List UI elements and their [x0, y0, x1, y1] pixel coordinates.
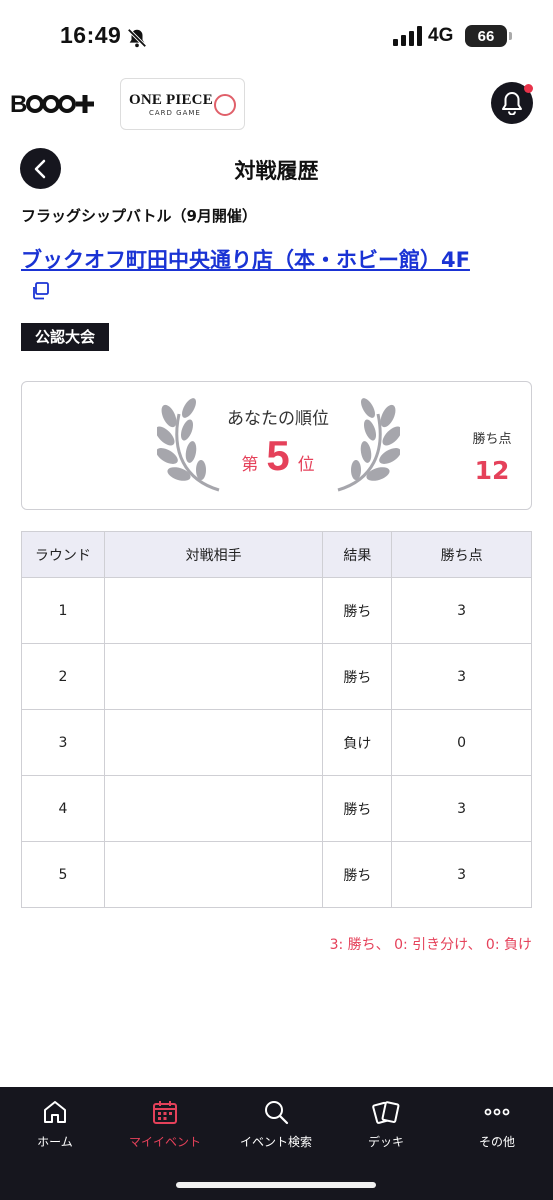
nav-item-more[interactable]: その他 — [442, 1097, 552, 1150]
battery-indicator: 66 — [465, 25, 512, 47]
store-link-text[interactable]: ブックオフ町田中央通り店（本・ホビー館）4F — [21, 248, 470, 272]
nav-label-deck: デッキ — [367, 1135, 404, 1149]
table-row: 5 勝ち 3 — [21, 841, 532, 908]
opponent-cell — [103, 709, 324, 776]
points-legend: 3: 勝ち、 0: 引き分け、 0: 負け — [329, 937, 532, 953]
game-logo[interactable]: ONE PIECE CARD GAME — [120, 78, 245, 130]
results-table: ラウンド 対戦相手 結果 勝ち点 1 勝ち 3 2 勝ち 3 3 負け 0 4 … — [21, 531, 532, 908]
nav-item-event-search[interactable]: イベント検索 — [221, 1097, 331, 1150]
points-cell: 3 — [391, 643, 532, 710]
svg-text:B: B — [10, 91, 27, 118]
round-cell: 3 — [21, 709, 105, 776]
home-indicator — [176, 1182, 376, 1188]
points-cell: 3 — [391, 841, 532, 908]
search-icon — [265, 1101, 289, 1125]
result-cell: 勝ち — [322, 643, 393, 710]
result-cell: 負け — [322, 709, 393, 776]
points-label: 勝ち点 — [472, 432, 512, 447]
header-round: ラウンド — [21, 531, 105, 578]
table-row: 2 勝ち 3 — [21, 643, 532, 710]
nav-label-more: その他 — [478, 1135, 515, 1149]
bell-icon — [502, 92, 522, 115]
nav-item-deck[interactable]: デッキ — [331, 1097, 441, 1150]
rank-card: あなたの順位 第5位 勝ち点 12 — [21, 381, 532, 510]
game-logo-emblem — [214, 94, 236, 116]
points-cell: 3 — [391, 577, 532, 644]
more-icon — [484, 1108, 510, 1116]
result-cell: 勝ち — [322, 841, 393, 908]
game-logo-title: ONE PIECE — [129, 92, 213, 108]
home-icon — [44, 1101, 66, 1123]
nav-item-my-events[interactable]: マイイベント — [110, 1097, 220, 1150]
bell-off-icon — [127, 28, 147, 48]
official-badge: 公認大会 — [21, 323, 110, 351]
app-logo[interactable]: B — [10, 88, 102, 118]
round-cell: 1 — [21, 577, 105, 644]
status-bar: 16:49 4G 66 — [0, 0, 553, 74]
opponent-cell — [103, 775, 324, 842]
nav-label-my-events: マイイベント — [128, 1135, 201, 1149]
round-cell: 5 — [21, 841, 105, 908]
result-cell: 勝ち — [322, 775, 393, 842]
opponent-cell — [103, 841, 324, 908]
game-logo-subtitle: CARD GAME — [149, 109, 201, 117]
header-result: 結果 — [322, 531, 393, 578]
page-title: 対戦履歴 — [234, 159, 319, 183]
table-row: 3 負け 0 — [21, 709, 532, 776]
cards-icon — [372, 1101, 400, 1124]
notification-badge — [524, 84, 533, 93]
event-name: フラッグシップバトル（9月開催） — [21, 207, 257, 225]
points-cell: 3 — [391, 775, 532, 842]
nav-item-home[interactable]: ホーム — [0, 1097, 110, 1150]
network-type: 4G — [428, 25, 454, 46]
points-cell: 0 — [391, 709, 532, 776]
points-value: 12 — [474, 456, 510, 485]
store-link[interactable]: ブックオフ町田中央通り店（本・ホビー館）4F — [21, 245, 491, 305]
header-points: 勝ち点 — [391, 531, 532, 578]
header-opponent: 対戦相手 — [103, 531, 324, 578]
opponent-cell — [103, 643, 324, 710]
nav-label-event-search: イベント検索 — [239, 1135, 312, 1149]
table-row: 1 勝ち 3 — [21, 577, 532, 644]
rank-prefix: 第 — [241, 455, 259, 475]
laurel-right-icon — [337, 398, 400, 492]
table-header-row: ラウンド 対戦相手 結果 勝ち点 — [21, 531, 532, 578]
signal-icon — [393, 26, 422, 46]
rank-number: 5 — [266, 432, 290, 479]
external-link-icon[interactable] — [31, 282, 49, 300]
round-cell: 2 — [21, 643, 105, 710]
result-cell: 勝ち — [322, 577, 393, 644]
status-time: 16:49 — [60, 22, 122, 48]
rank-suffix: 位 — [297, 455, 315, 475]
round-cell: 4 — [21, 775, 105, 842]
nav-label-home: ホーム — [37, 1135, 73, 1149]
opponent-cell — [103, 577, 324, 644]
calendar-icon — [153, 1101, 177, 1124]
table-row: 4 勝ち 3 — [21, 775, 532, 842]
